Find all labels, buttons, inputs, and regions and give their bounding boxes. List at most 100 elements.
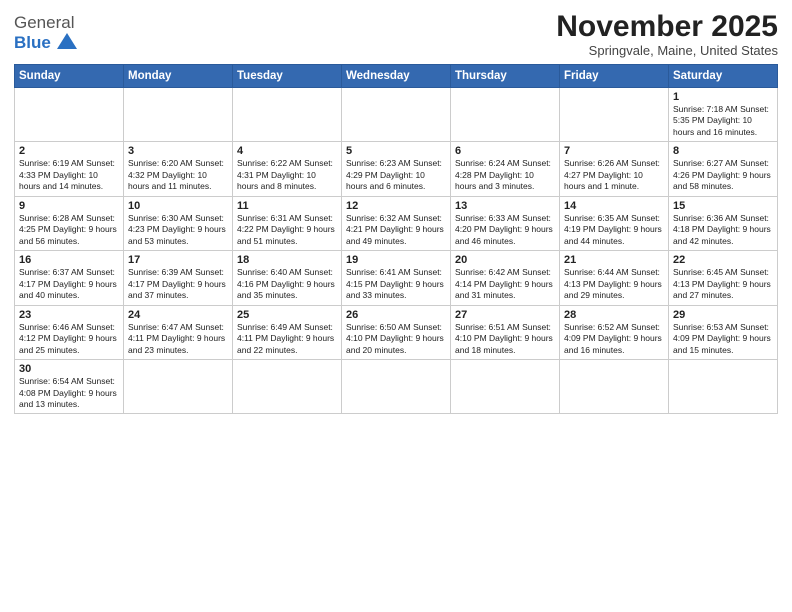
calendar-cell-5-3 [342,360,451,414]
day-info-18: Sunrise: 6:40 AM Sunset: 4:16 PM Dayligh… [237,267,337,301]
calendar-week-4: 23Sunrise: 6:46 AM Sunset: 4:12 PM Dayli… [15,305,778,359]
calendar-cell-3-2: 18Sunrise: 6:40 AM Sunset: 4:16 PM Dayli… [233,251,342,305]
day-number-11: 11 [237,200,337,212]
day-info-9: Sunrise: 6:28 AM Sunset: 4:25 PM Dayligh… [19,213,119,247]
day-number-17: 17 [128,254,228,266]
calendar-cell-5-5 [560,360,669,414]
day-number-3: 3 [128,145,228,157]
day-info-24: Sunrise: 6:47 AM Sunset: 4:11 PM Dayligh… [128,322,228,356]
calendar-cell-4-0: 23Sunrise: 6:46 AM Sunset: 4:12 PM Dayli… [15,305,124,359]
day-number-23: 23 [19,309,119,321]
calendar-cell-2-6: 15Sunrise: 6:36 AM Sunset: 4:18 PM Dayli… [669,196,778,250]
logo-blue-row: Blue [14,31,81,55]
calendar-cell-2-4: 13Sunrise: 6:33 AM Sunset: 4:20 PM Dayli… [451,196,560,250]
calendar-cell-4-2: 25Sunrise: 6:49 AM Sunset: 4:11 PM Dayli… [233,305,342,359]
location: Springvale, Maine, United States [556,43,778,58]
day-number-2: 2 [19,145,119,157]
day-info-20: Sunrise: 6:42 AM Sunset: 4:14 PM Dayligh… [455,267,555,301]
day-info-8: Sunrise: 6:27 AM Sunset: 4:26 PM Dayligh… [673,158,773,192]
day-info-26: Sunrise: 6:50 AM Sunset: 4:10 PM Dayligh… [346,322,446,356]
day-number-26: 26 [346,309,446,321]
day-number-5: 5 [346,145,446,157]
calendar-week-3: 16Sunrise: 6:37 AM Sunset: 4:17 PM Dayli… [15,251,778,305]
day-info-3: Sunrise: 6:20 AM Sunset: 4:32 PM Dayligh… [128,158,228,192]
calendar: Sunday Monday Tuesday Wednesday Thursday… [14,64,778,414]
title-block: November 2025 Springvale, Maine, United … [556,10,778,58]
day-number-13: 13 [455,200,555,212]
header-saturday: Saturday [669,65,778,88]
day-info-13: Sunrise: 6:33 AM Sunset: 4:20 PM Dayligh… [455,213,555,247]
calendar-week-5: 30Sunrise: 6:54 AM Sunset: 4:08 PM Dayli… [15,360,778,414]
day-info-29: Sunrise: 6:53 AM Sunset: 4:09 PM Dayligh… [673,322,773,356]
day-info-27: Sunrise: 6:51 AM Sunset: 4:10 PM Dayligh… [455,322,555,356]
calendar-cell-0-1 [124,88,233,142]
calendar-week-1: 2Sunrise: 6:19 AM Sunset: 4:33 PM Daylig… [15,142,778,196]
header-friday: Friday [560,65,669,88]
day-number-9: 9 [19,200,119,212]
day-number-30: 30 [19,363,119,375]
calendar-cell-3-3: 19Sunrise: 6:41 AM Sunset: 4:15 PM Dayli… [342,251,451,305]
day-info-17: Sunrise: 6:39 AM Sunset: 4:17 PM Dayligh… [128,267,228,301]
day-info-16: Sunrise: 6:37 AM Sunset: 4:17 PM Dayligh… [19,267,119,301]
day-info-23: Sunrise: 6:46 AM Sunset: 4:12 PM Dayligh… [19,322,119,356]
calendar-cell-2-2: 11Sunrise: 6:31 AM Sunset: 4:22 PM Dayli… [233,196,342,250]
calendar-cell-0-0 [15,88,124,142]
logo: General Blue [14,14,81,55]
calendar-cell-5-1 [124,360,233,414]
day-info-2: Sunrise: 6:19 AM Sunset: 4:33 PM Dayligh… [19,158,119,192]
day-info-4: Sunrise: 6:22 AM Sunset: 4:31 PM Dayligh… [237,158,337,192]
day-info-30: Sunrise: 6:54 AM Sunset: 4:08 PM Dayligh… [19,376,119,410]
day-number-8: 8 [673,145,773,157]
day-number-21: 21 [564,254,664,266]
day-number-25: 25 [237,309,337,321]
day-number-10: 10 [128,200,228,212]
calendar-cell-2-5: 14Sunrise: 6:35 AM Sunset: 4:19 PM Dayli… [560,196,669,250]
calendar-cell-1-2: 4Sunrise: 6:22 AM Sunset: 4:31 PM Daylig… [233,142,342,196]
day-number-19: 19 [346,254,446,266]
header-thursday: Thursday [451,65,560,88]
calendar-header-row: Sunday Monday Tuesday Wednesday Thursday… [15,65,778,88]
calendar-cell-1-1: 3Sunrise: 6:20 AM Sunset: 4:32 PM Daylig… [124,142,233,196]
day-info-21: Sunrise: 6:44 AM Sunset: 4:13 PM Dayligh… [564,267,664,301]
day-number-29: 29 [673,309,773,321]
day-info-10: Sunrise: 6:30 AM Sunset: 4:23 PM Dayligh… [128,213,228,247]
calendar-cell-3-4: 20Sunrise: 6:42 AM Sunset: 4:14 PM Dayli… [451,251,560,305]
page: General Blue November 2025 Springvale, M… [0,0,792,612]
header-wednesday: Wednesday [342,65,451,88]
calendar-cell-1-3: 5Sunrise: 6:23 AM Sunset: 4:29 PM Daylig… [342,142,451,196]
day-number-6: 6 [455,145,555,157]
day-number-28: 28 [564,309,664,321]
logo-text-blue: Blue [14,33,51,53]
day-info-22: Sunrise: 6:45 AM Sunset: 4:13 PM Dayligh… [673,267,773,301]
calendar-cell-1-4: 6Sunrise: 6:24 AM Sunset: 4:28 PM Daylig… [451,142,560,196]
calendar-cell-0-2 [233,88,342,142]
calendar-cell-5-6 [669,360,778,414]
calendar-cell-3-0: 16Sunrise: 6:37 AM Sunset: 4:17 PM Dayli… [15,251,124,305]
day-number-24: 24 [128,309,228,321]
calendar-cell-1-5: 7Sunrise: 6:26 AM Sunset: 4:27 PM Daylig… [560,142,669,196]
calendar-cell-5-0: 30Sunrise: 6:54 AM Sunset: 4:08 PM Dayli… [15,360,124,414]
calendar-cell-2-0: 9Sunrise: 6:28 AM Sunset: 4:25 PM Daylig… [15,196,124,250]
calendar-cell-5-2 [233,360,342,414]
day-number-7: 7 [564,145,664,157]
calendar-cell-1-0: 2Sunrise: 6:19 AM Sunset: 4:33 PM Daylig… [15,142,124,196]
day-number-15: 15 [673,200,773,212]
calendar-cell-0-5 [560,88,669,142]
day-info-1: Sunrise: 7:18 AM Sunset: 5:35 PM Dayligh… [673,104,773,138]
calendar-cell-2-1: 10Sunrise: 6:30 AM Sunset: 4:23 PM Dayli… [124,196,233,250]
header-monday: Monday [124,65,233,88]
header-tuesday: Tuesday [233,65,342,88]
day-number-16: 16 [19,254,119,266]
calendar-cell-0-3 [342,88,451,142]
logo-icon [53,27,81,55]
calendar-cell-4-5: 28Sunrise: 6:52 AM Sunset: 4:09 PM Dayli… [560,305,669,359]
calendar-cell-5-4 [451,360,560,414]
day-info-6: Sunrise: 6:24 AM Sunset: 4:28 PM Dayligh… [455,158,555,192]
day-info-15: Sunrise: 6:36 AM Sunset: 4:18 PM Dayligh… [673,213,773,247]
day-number-20: 20 [455,254,555,266]
calendar-week-2: 9Sunrise: 6:28 AM Sunset: 4:25 PM Daylig… [15,196,778,250]
day-info-5: Sunrise: 6:23 AM Sunset: 4:29 PM Dayligh… [346,158,446,192]
day-info-28: Sunrise: 6:52 AM Sunset: 4:09 PM Dayligh… [564,322,664,356]
calendar-cell-0-6: 1Sunrise: 7:18 AM Sunset: 5:35 PM Daylig… [669,88,778,142]
calendar-cell-4-4: 27Sunrise: 6:51 AM Sunset: 4:10 PM Dayli… [451,305,560,359]
